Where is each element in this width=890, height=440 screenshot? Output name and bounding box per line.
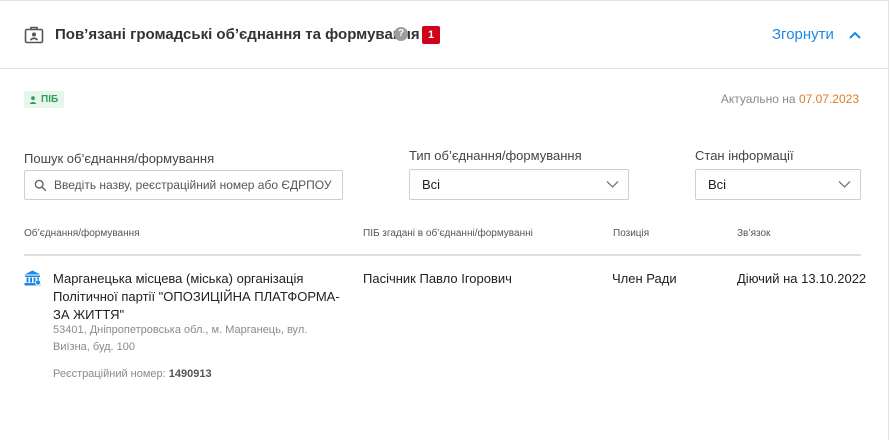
relation-status: Діючий на 13.10.2022 — [737, 271, 867, 286]
association-registration: Реєстраційний номер: 1490913 — [53, 367, 212, 381]
column-header-position[interactable]: Позиція — [613, 228, 649, 240]
association-name-link[interactable]: Марганецька місцева (міська) організація… — [53, 270, 343, 324]
help-icon[interactable]: ? — [394, 27, 408, 41]
panel-header: Пов’язані громадські об’єднання та форму… — [0, 1, 889, 69]
registration-label: Реєстраційний номер: — [53, 368, 166, 380]
search-label: Пошук об’єднання/формування — [24, 151, 215, 166]
status-filter-label: Стан інформації — [695, 148, 794, 163]
chevron-up-icon[interactable] — [848, 29, 862, 41]
type-filter-select[interactable]: Всі — [409, 169, 629, 200]
search-field[interactable] — [24, 170, 343, 200]
pib-tag: ПІБ — [24, 91, 65, 108]
search-icon — [34, 179, 47, 192]
status-filter-select[interactable]: Всі — [695, 169, 861, 200]
column-header-association[interactable]: Об’єднання/формування — [24, 228, 140, 240]
person-position: Член Ради — [612, 271, 677, 286]
chevron-down-icon — [606, 181, 619, 188]
type-filter-value: Всі — [422, 177, 441, 192]
table-header-divider — [24, 254, 861, 256]
related-associations-panel: Пов’язані громадські об’єднання та форму… — [0, 0, 889, 440]
actuality-date: 07.07.2023 — [798, 92, 859, 106]
count-badge: 1 — [422, 26, 440, 44]
institution-icon — [24, 270, 41, 286]
collapse-button[interactable]: Згорнути — [772, 25, 834, 45]
actuality-prefix: Актуально на — [720, 92, 796, 106]
panel-title: Пов’язані громадські об’єднання та форму… — [55, 26, 420, 43]
person-icon — [29, 95, 37, 104]
association-address: 53401, Дніпропетровська обл., м. Маргане… — [53, 324, 308, 353]
status-filter-value: Всі — [708, 177, 727, 192]
type-filter-label: Тип об’єднання/формування — [409, 148, 582, 163]
column-header-names[interactable]: ПІБ згадані в об’єднанні/формуванні — [363, 228, 533, 240]
actuality-note: Актуально на 07.07.2023 — [721, 91, 859, 107]
briefcase-id-icon — [24, 26, 44, 44]
registration-number: 1490913 — [168, 368, 212, 380]
search-input[interactable] — [54, 171, 339, 199]
person-name: Пасічник Павло Ігорович — [363, 271, 512, 286]
tag-label: ПІБ — [41, 94, 59, 105]
column-header-relation[interactable]: Зв’язок — [737, 228, 770, 240]
chevron-down-icon — [838, 181, 851, 188]
